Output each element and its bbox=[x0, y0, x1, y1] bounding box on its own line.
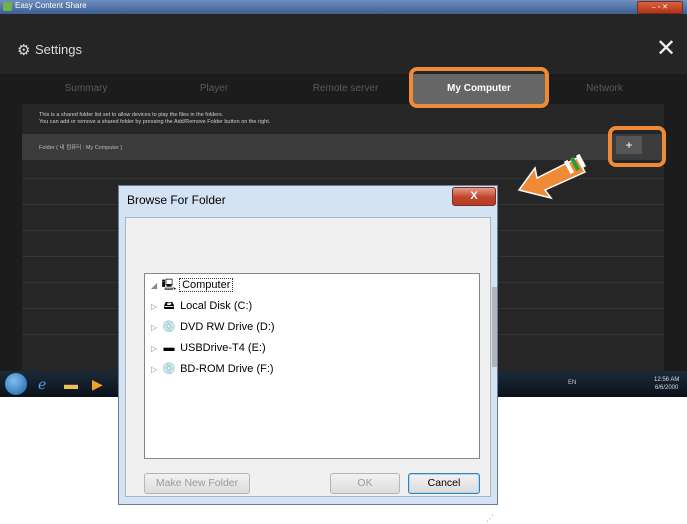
app-icon bbox=[3, 2, 12, 11]
media-player-icon[interactable]: ▶ bbox=[92, 376, 103, 392]
gear-icon: ⚙ bbox=[17, 42, 31, 59]
settings-header: ⚙ Settings ✕ bbox=[0, 14, 687, 74]
browse-for-folder-dialog: Browse For Folder X ◢ 🖳 Computer ▷ 🖴 Local… bbox=[118, 185, 498, 523]
usb-drive-icon: ▬ bbox=[163, 342, 175, 354]
tree-item-dvd-drive[interactable]: ▷ 💿 DVD RW Drive (D:) bbox=[151, 319, 275, 335]
tree-item-label: Local Disk (C:) bbox=[180, 300, 253, 312]
pointer-arrow-icon bbox=[517, 153, 587, 200]
info-line-1: This is a shared folder list set to allo… bbox=[39, 112, 224, 118]
expand-icon[interactable]: ▷ bbox=[151, 341, 161, 357]
tab-summary[interactable]: Summary bbox=[22, 74, 150, 104]
tree-item-local-disk[interactable]: ▷ 🖴 Local Disk (C:) bbox=[151, 298, 252, 314]
settings-title: Settings bbox=[35, 42, 82, 57]
dialog-title: Browse For Folder bbox=[127, 193, 226, 207]
info-line-2: You can add or remove a shared folder by… bbox=[39, 119, 271, 125]
local-disk-icon: 🖴 bbox=[163, 300, 175, 312]
system-tray[interactable]: EN bbox=[568, 380, 576, 386]
cancel-button[interactable]: Cancel bbox=[408, 473, 480, 494]
info-text: This is a shared folder list set to allo… bbox=[39, 112, 270, 126]
ok-button[interactable]: OK bbox=[330, 473, 400, 494]
window-titlebar: Easy Content Share – ▫ ✕ bbox=[0, 0, 687, 14]
expand-icon[interactable]: ▷ bbox=[151, 320, 161, 336]
bd-drive-icon: 💿 bbox=[162, 363, 176, 375]
tree-item-label: BD-ROM Drive (F:) bbox=[180, 363, 274, 375]
dialog-close-button[interactable]: X bbox=[452, 187, 496, 206]
folder-column-label: Folder ( 내 컴퓨터 : My Computer ) bbox=[39, 145, 123, 151]
clock: 12:56 AM 6/6/2000 bbox=[654, 376, 679, 392]
start-button[interactable] bbox=[5, 373, 27, 395]
collapse-icon[interactable]: ◢ bbox=[151, 278, 161, 294]
expand-icon[interactable]: ▷ bbox=[151, 362, 161, 378]
file-explorer-icon[interactable]: ▬ bbox=[64, 376, 78, 392]
window-title: Easy Content Share bbox=[15, 1, 87, 10]
tree-item-label: DVD RW Drive (D:) bbox=[180, 321, 275, 333]
settings-tabs: Summary Player Remote server My Computer… bbox=[0, 74, 687, 104]
window-controls[interactable]: – ▫ ✕ bbox=[637, 1, 683, 14]
computer-icon: 🖳 bbox=[161, 279, 177, 291]
close-settings-button[interactable]: ✕ bbox=[656, 34, 676, 63]
background-scrollbar[interactable] bbox=[492, 287, 497, 367]
internet-explorer-icon[interactable]: ℯ bbox=[38, 376, 46, 392]
tree-item-usb-drive[interactable]: ▷ ▬ USBDrive-T4 (E:) bbox=[151, 340, 266, 356]
tree-item-label: USBDrive-T4 (E:) bbox=[180, 342, 266, 354]
dialog-body: ◢ 🖳 Computer ▷ 🖴 Local Disk (C:) ▷ 💿 DVD RW… bbox=[125, 217, 494, 523]
add-button-highlight-callout bbox=[608, 126, 666, 167]
expand-icon[interactable]: ▷ bbox=[151, 299, 161, 315]
make-new-folder-button[interactable]: Make New Folder bbox=[144, 473, 250, 494]
tree-item-bd-drive[interactable]: ▷ 💿 BD-ROM Drive (F:) bbox=[151, 361, 274, 377]
folder-tree[interactable]: ◢ 🖳 Computer ▷ 🖴 Local Disk (C:) ▷ 💿 DVD RW… bbox=[144, 273, 480, 459]
clock-time: 12:56 AM bbox=[654, 377, 680, 383]
tab-remote-server[interactable]: Remote server bbox=[278, 74, 413, 104]
resize-grip-icon[interactable]: ⋰ bbox=[486, 514, 496, 524]
dvd-drive-icon: 💿 bbox=[162, 321, 176, 333]
tab-network[interactable]: Network bbox=[545, 74, 664, 104]
tree-item-label: Computer bbox=[179, 278, 234, 292]
clock-date: 6/6/2000 bbox=[655, 385, 679, 391]
tab-highlight-callout bbox=[409, 67, 549, 108]
tab-player[interactable]: Player bbox=[150, 74, 278, 104]
tree-item-computer[interactable]: ◢ 🖳 Computer bbox=[151, 277, 234, 294]
